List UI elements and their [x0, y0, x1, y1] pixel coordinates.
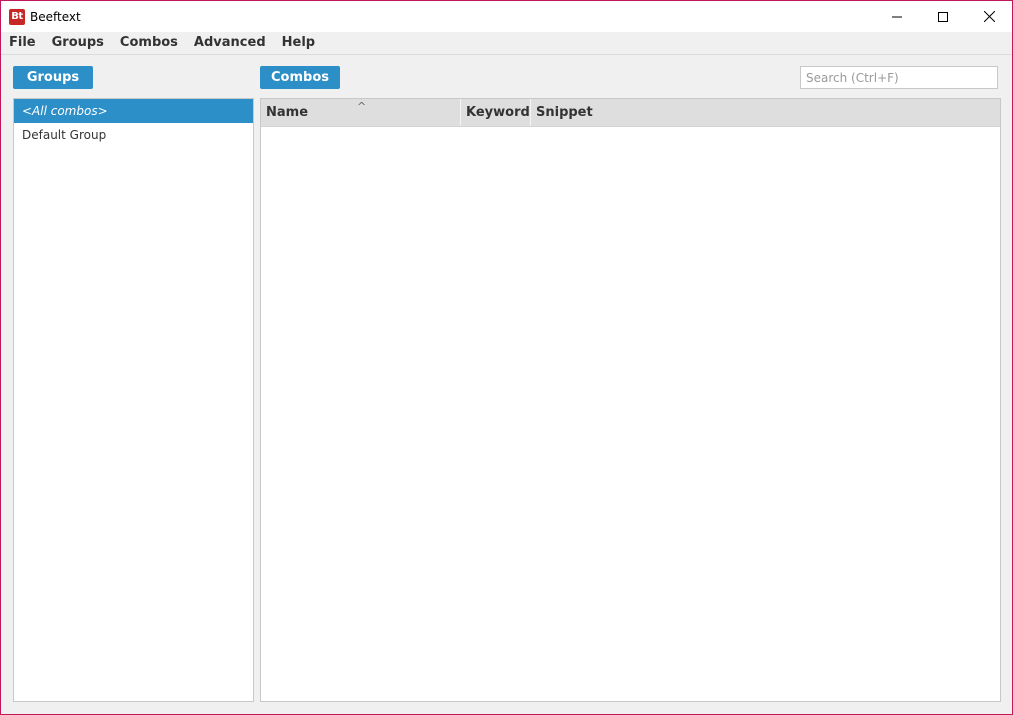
group-item-default-group[interactable]: Default Group — [14, 123, 253, 147]
minimize-button[interactable] — [874, 1, 920, 32]
menu-help[interactable]: Help — [274, 32, 323, 54]
app-window: Bt Beeftext File Groups Combos Advanced … — [0, 0, 1013, 715]
column-header-keyword-label: Keyword — [466, 105, 530, 120]
groups-button[interactable]: Groups — [13, 66, 93, 89]
maximize-icon — [938, 11, 948, 22]
column-header-snippet[interactable]: Snippet — [531, 99, 1000, 126]
menu-groups[interactable]: Groups — [44, 32, 112, 54]
column-header-snippet-label: Snippet — [536, 105, 593, 120]
column-header-name-label: Name — [266, 105, 309, 120]
table-header: Name ^ Keyword Snippet — [261, 99, 1000, 127]
menu-file[interactable]: File — [1, 32, 44, 54]
column-header-name[interactable]: Name ^ — [261, 99, 461, 126]
search-input[interactable] — [800, 66, 998, 89]
menu-combos[interactable]: Combos — [112, 32, 186, 54]
menu-bar: File Groups Combos Advanced Help — [1, 32, 1012, 55]
menu-advanced[interactable]: Advanced — [186, 32, 274, 54]
window-title: Beeftext — [30, 9, 81, 24]
maximize-button[interactable] — [920, 1, 966, 32]
minimize-icon — [892, 16, 902, 17]
app-logo-icon: Bt — [9, 8, 25, 25]
group-item-all-combos[interactable]: <All combos> — [14, 99, 253, 123]
title-bar[interactable]: Bt Beeftext — [1, 1, 1012, 32]
combos-button[interactable]: Combos — [260, 66, 340, 89]
window-controls — [874, 1, 1012, 32]
groups-list[interactable]: <All combos> Default Group — [13, 98, 254, 702]
close-icon — [983, 11, 995, 22]
close-button[interactable] — [966, 1, 1012, 32]
sort-ascending-icon: ^ — [357, 100, 367, 113]
column-header-keyword[interactable]: Keyword — [461, 99, 531, 126]
combos-table[interactable]: Name ^ Keyword Snippet — [260, 98, 1001, 702]
